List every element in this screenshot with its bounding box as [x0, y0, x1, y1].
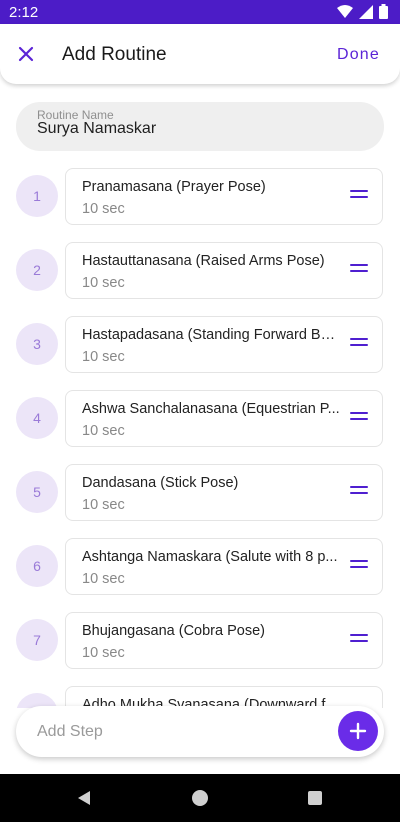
step-card[interactable]: Ashtanga Namaskara (Salute with 8 p... 1… — [65, 538, 383, 595]
step-name: Ashwa Sanchalanasana (Equestrian P... — [82, 401, 340, 417]
status-bar: 2:12 — [0, 0, 400, 24]
step-name: Bhujangasana (Cobra Pose) — [82, 623, 265, 639]
step-card[interactable]: Pranamasana (Prayer Pose) 10 sec — [65, 168, 383, 225]
status-icons — [337, 4, 388, 19]
step-row: 6 Ashtanga Namaskara (Salute with 8 p...… — [0, 538, 400, 596]
drag-handle-icon[interactable] — [350, 560, 368, 574]
step-row: 5 Dandasana (Stick Pose) 10 sec — [0, 464, 400, 522]
step-duration: 10 sec — [82, 423, 125, 439]
drag-handle-icon[interactable] — [350, 634, 368, 648]
step-row: 2 Hastauttanasana (Raised Arms Pose) 10 … — [0, 242, 400, 300]
step-name: Ashtanga Namaskara (Salute with 8 p... — [82, 549, 338, 565]
step-row: 1 Pranamasana (Prayer Pose) 10 sec — [0, 168, 400, 226]
wifi-icon — [337, 4, 353, 18]
step-name: Pranamasana (Prayer Pose) — [82, 179, 266, 195]
system-nav-bar — [0, 774, 400, 822]
step-duration: 10 sec — [82, 571, 125, 587]
back-icon[interactable] — [76, 790, 92, 806]
step-card[interactable]: Dandasana (Stick Pose) 10 sec — [65, 464, 383, 521]
step-row: 3 Hastapadasana (Standing Forward Be... … — [0, 316, 400, 374]
step-card[interactable]: Adho Mukha Svanasana (Downward f... — [65, 686, 383, 708]
step-card[interactable]: Hastapadasana (Standing Forward Be... 10… — [65, 316, 383, 373]
plus-icon — [349, 722, 367, 740]
step-row: 4 Ashwa Sanchalanasana (Equestrian P... … — [0, 390, 400, 448]
step-number-badge: 5 — [16, 471, 58, 513]
step-row: 7 Bhujangasana (Cobra Pose) 10 sec — [0, 612, 400, 670]
step-name: Dandasana (Stick Pose) — [82, 475, 239, 491]
step-number-badge: 7 — [16, 619, 58, 661]
step-name: Hastauttanasana (Raised Arms Pose) — [82, 253, 325, 269]
drag-handle-icon[interactable] — [350, 486, 368, 500]
add-step-input[interactable]: Add Step — [37, 723, 103, 741]
done-button[interactable]: Done — [337, 46, 380, 64]
step-number-badge: 1 — [16, 175, 58, 217]
drag-handle-icon[interactable] — [350, 190, 368, 204]
drag-handle-icon[interactable] — [350, 338, 368, 352]
step-card[interactable]: Bhujangasana (Cobra Pose) 10 sec — [65, 612, 383, 669]
routine-name-value[interactable]: Surya Namaskar — [37, 120, 156, 138]
recents-icon[interactable] — [308, 791, 322, 805]
drag-handle-icon[interactable] — [350, 412, 368, 426]
close-button[interactable] — [12, 40, 40, 68]
step-number-badge: 2 — [16, 249, 58, 291]
home-icon[interactable] — [192, 790, 208, 806]
routine-name-field[interactable]: Routine Name Surya Namaskar — [16, 102, 384, 151]
step-duration: 10 sec — [82, 645, 125, 661]
app-bar: Add Routine Done — [0, 24, 400, 84]
step-card[interactable]: Hastauttanasana (Raised Arms Pose) 10 se… — [65, 242, 383, 299]
step-number-badge: 3 — [16, 323, 58, 365]
step-number-badge: 6 — [16, 545, 58, 587]
step-duration: 10 sec — [82, 275, 125, 291]
status-time: 2:12 — [9, 4, 39, 21]
battery-icon — [379, 4, 388, 19]
close-icon — [18, 46, 34, 62]
signal-icon — [359, 4, 373, 19]
steps-list: 1 Pranamasana (Prayer Pose) 10 sec 2 Has… — [0, 168, 400, 708]
step-card[interactable]: Ashwa Sanchalanasana (Equestrian P... 10… — [65, 390, 383, 447]
step-number-badge: 4 — [16, 397, 58, 439]
add-step-bar: Add Step — [16, 706, 384, 757]
step-name: Hastapadasana (Standing Forward Be... — [82, 327, 340, 343]
step-duration: 10 sec — [82, 201, 125, 217]
add-step-button[interactable] — [338, 711, 378, 751]
page-title: Add Routine — [62, 44, 167, 65]
step-row: 8 Adho Mukha Svanasana (Downward f... — [0, 686, 400, 708]
step-duration: 10 sec — [82, 349, 125, 365]
drag-handle-icon[interactable] — [350, 264, 368, 278]
step-duration: 10 sec — [82, 497, 125, 513]
